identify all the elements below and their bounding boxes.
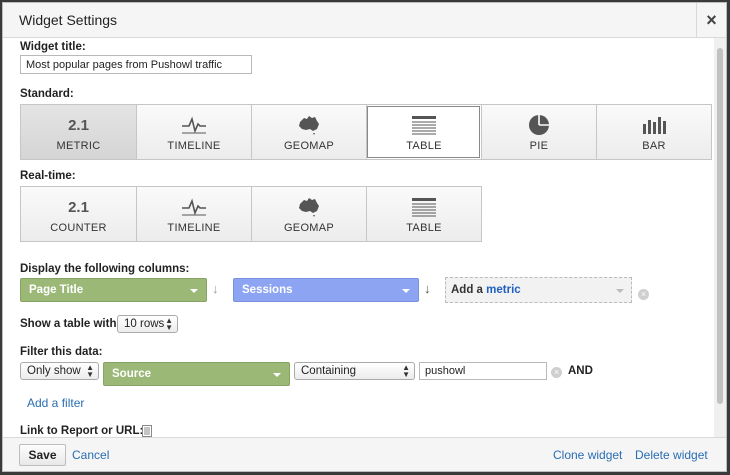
filter-label: Filter this data: (20, 346, 103, 358)
tile-label: GEOMAP (283, 140, 335, 152)
dialog-title: Widget Settings (19, 12, 118, 28)
standard-tile-geomap[interactable]: GEOMAP (251, 105, 366, 159)
realtime-widget-types: 2.1 COUNTER TIMELINE GEOMAP TABLE (20, 186, 482, 242)
standard-tile-table[interactable]: TABLE (366, 105, 481, 159)
clear-filter-icon[interactable]: × (551, 367, 562, 378)
sort-arrow-icon[interactable]: ↓ (424, 281, 431, 296)
metric-pill-label: Sessions (242, 284, 293, 296)
realtime-tile-timeline[interactable]: TIMELINE (136, 187, 251, 241)
updown-icon: ▲ ▼ (86, 363, 94, 379)
tile-label: METRIC (56, 140, 101, 152)
filter-operator-value: Containing (301, 365, 356, 377)
scrollbar-thumb[interactable] (717, 48, 723, 404)
realtime-label: Real-time: (20, 170, 76, 182)
document-icon[interactable] (142, 425, 152, 437)
tile-label: GEOMAP (283, 222, 335, 234)
sort-arrow-icon[interactable]: ↓ (212, 281, 219, 296)
standard-tile-timeline[interactable]: TIMELINE (136, 105, 251, 159)
realtime-tile-counter[interactable]: 2.1 COUNTER (21, 187, 136, 241)
standard-tile-bar[interactable]: BAR (596, 105, 711, 159)
tile-label: PIE (529, 140, 549, 152)
geomap-icon (252, 196, 366, 218)
dialog-titlebar: Widget Settings × (3, 3, 726, 38)
standard-tile-metric[interactable]: 2.1 METRIC (21, 105, 136, 159)
link-report-label: Link to Report or URL: (20, 425, 144, 437)
vertical-scrollbar[interactable] (714, 38, 726, 437)
bar-icon (597, 114, 711, 136)
realtime-tile-geomap[interactable]: GEOMAP (251, 187, 366, 241)
delete-widget-link[interactable]: Delete widget (635, 448, 708, 462)
timeline-icon (137, 196, 251, 218)
add-filter-link[interactable]: Add a filter (27, 396, 84, 410)
chevron-down-icon (190, 289, 198, 293)
filter-mode-select[interactable]: Only show ▲ ▼ (20, 362, 99, 380)
rows-select[interactable]: 10 rows ▲ ▼ (117, 315, 178, 333)
widget-title-input[interactable] (20, 55, 252, 74)
standard-widget-types: 2.1 METRIC TIMELINE GEOMAP TABLE PIE BAR (20, 104, 712, 160)
dialog-footer: Save Cancel Clone widget Delete widget (3, 437, 726, 471)
add-metric-dropdown[interactable]: Add a metric (445, 277, 632, 303)
tile-label: TIMELINE (167, 222, 221, 234)
chevron-down-icon (616, 289, 624, 293)
close-button[interactable]: × (696, 3, 726, 38)
add-metric-link: metric (486, 284, 521, 296)
realtime-tile-table[interactable]: TABLE (366, 187, 481, 241)
tile-label: TIMELINE (167, 140, 221, 152)
dimension-pill-label: Page Title (29, 284, 84, 296)
geomap-icon (252, 114, 366, 136)
tile-label: COUNTER (50, 222, 107, 234)
filter-value-input[interactable] (419, 362, 547, 380)
tile-label: TABLE (406, 222, 442, 234)
updown-icon: ▲ ▼ (165, 316, 173, 332)
rows-select-value: 10 rows (124, 318, 165, 330)
columns-label: Display the following columns: (20, 263, 190, 275)
remove-column-icon[interactable]: × (638, 289, 649, 300)
filter-mode-value: Only show (27, 365, 81, 377)
filter-dimension-pill[interactable]: Source (103, 362, 290, 386)
chevron-down-icon (402, 289, 410, 293)
dialog-content: Widget title: Standard: 2.1 METRIC TIMEL… (3, 38, 714, 437)
and-label: AND (568, 365, 593, 377)
filter-dimension-label: Source (112, 368, 151, 380)
standard-tile-pie[interactable]: PIE (481, 105, 596, 159)
add-metric-prefix: Add a (451, 284, 483, 296)
metric-pill-sessions[interactable]: Sessions (233, 278, 419, 302)
timeline-icon (137, 114, 251, 136)
pie-icon (482, 114, 596, 136)
chevron-down-icon (273, 373, 281, 377)
cancel-link[interactable]: Cancel (72, 448, 109, 462)
show-table-label: Show a table with (20, 318, 117, 330)
widget-settings-dialog: Widget Settings × Widget title: Standard… (2, 2, 727, 472)
tile-label: TABLE (406, 140, 442, 152)
table-icon (367, 114, 481, 136)
widget-title-label: Widget title: (20, 41, 86, 53)
tile-label: BAR (642, 140, 666, 152)
clone-widget-link[interactable]: Clone widget (553, 448, 622, 462)
updown-icon: ▲ ▼ (402, 363, 410, 379)
filter-operator-select[interactable]: Containing ▲ ▼ (294, 362, 415, 380)
table-icon (367, 196, 481, 218)
counter-icon: 2.1 (68, 198, 89, 216)
metric-icon: 2.1 (68, 116, 89, 134)
save-button[interactable]: Save (19, 444, 66, 466)
standard-label: Standard: (20, 88, 74, 100)
dimension-pill-page-title[interactable]: Page Title (20, 278, 207, 302)
